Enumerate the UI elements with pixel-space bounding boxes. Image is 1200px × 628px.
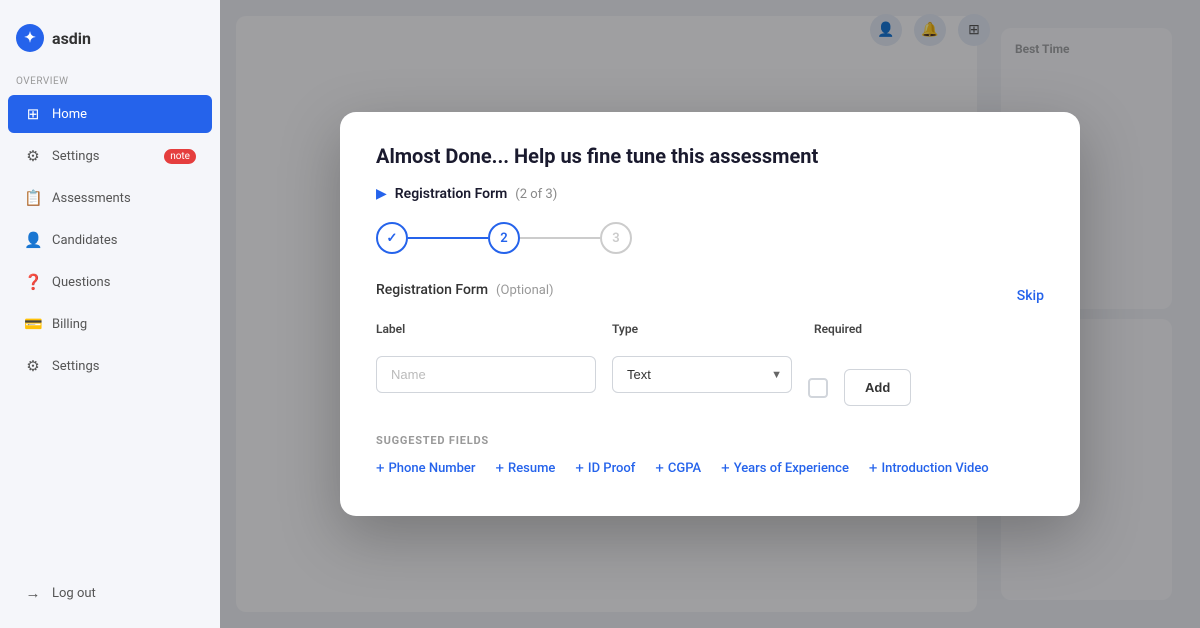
sidebar-item-label: Candidates xyxy=(52,233,117,248)
suggested-resume-label: Resume xyxy=(508,461,555,476)
label-col-header: Label xyxy=(376,318,596,337)
modal-dialog: Almost Done... Help us fine tune this as… xyxy=(340,112,1080,516)
sidebar-item-label: Home xyxy=(52,107,87,122)
sidebar-badge: note xyxy=(164,149,196,164)
plus-icon: + xyxy=(496,461,505,476)
sidebar-item-questions[interactable]: ❓ Questions xyxy=(8,263,212,301)
sidebar-item-label: Settings xyxy=(52,359,99,374)
step-2: 2 xyxy=(488,222,520,254)
type-select[interactable]: Text Number Date File Dropdown xyxy=(612,356,792,393)
sidebar: ✦ asdin OVERVIEW ⊞ Home ⚙ Settings note … xyxy=(0,0,220,628)
app-name: asdin xyxy=(52,29,91,48)
registration-form-label-row: Registration Form (Optional) xyxy=(376,282,554,298)
step-line-2-3 xyxy=(520,237,600,239)
settings2-icon: ⚙ xyxy=(24,147,42,165)
plus-icon: + xyxy=(575,461,584,476)
form-row-header: Registration Form (Optional) Skip xyxy=(376,282,1044,310)
step-line-1-2 xyxy=(408,237,488,239)
section-header-title: Registration Form xyxy=(395,186,508,202)
type-col-header: Type xyxy=(612,318,792,337)
suggested-id-proof-label: ID Proof xyxy=(588,461,635,476)
add-button[interactable]: Add xyxy=(844,369,911,406)
required-col-header: Required xyxy=(808,318,868,337)
suggested-experience[interactable]: + Years of Experience xyxy=(721,461,849,476)
step-3-label: 3 xyxy=(612,231,619,246)
suggested-fields: + Phone Number + Resume + ID Proof + CGP… xyxy=(376,461,1044,476)
step-1-label: ✓ xyxy=(387,231,398,246)
suggested-id-proof[interactable]: + ID Proof xyxy=(575,461,635,476)
section-header-count: (2 of 3) xyxy=(515,187,557,202)
sidebar-item-billing[interactable]: 💳 Billing xyxy=(8,305,212,343)
required-checkbox[interactable] xyxy=(808,378,828,398)
suggested-phone-label: Phone Number xyxy=(389,461,476,476)
section-header: ▶ Registration Form (2 of 3) xyxy=(376,186,1044,202)
sidebar-item-assessments[interactable]: 📋 Assessments xyxy=(8,179,212,217)
step-1: ✓ xyxy=(376,222,408,254)
sidebar-item-label: Assessments xyxy=(52,191,131,206)
plus-icon: + xyxy=(376,461,385,476)
suggested-cgpa-label: CGPA xyxy=(668,461,701,476)
suggested-phone[interactable]: + Phone Number xyxy=(376,461,476,476)
suggested-intro-video[interactable]: + Introduction Video xyxy=(869,461,989,476)
billing-icon: 💳 xyxy=(24,315,42,333)
questions-icon: ❓ xyxy=(24,273,42,291)
sidebar-item-label: Questions xyxy=(52,275,110,290)
step-2-label: 2 xyxy=(500,231,507,246)
sidebar-item-settings2[interactable]: ⚙ Settings note xyxy=(8,137,212,175)
section-arrow-icon: ▶ xyxy=(376,186,387,202)
main-area: Best Time Quick Links 👤 🔔 ⊞ Almost Done.… xyxy=(220,0,1200,628)
logout-icon: → xyxy=(24,584,42,602)
modal-title: Almost Done... Help us fine tune this as… xyxy=(376,144,1044,168)
suggested-section-label: SUGGESTED FIELDS xyxy=(376,434,1044,447)
name-input[interactable] xyxy=(376,356,596,393)
settings-icon: ⚙ xyxy=(24,357,42,375)
candidates-icon: 👤 xyxy=(24,231,42,249)
step-3: 3 xyxy=(600,222,632,254)
sidebar-item-label: Billing xyxy=(52,317,87,332)
optional-text: (Optional) xyxy=(496,283,553,298)
stepper: ✓ 2 3 xyxy=(376,222,1044,254)
registration-form-label-text: Registration Form xyxy=(376,282,488,298)
sidebar-item-label: Settings xyxy=(52,149,99,164)
sidebar-logo: ✦ asdin xyxy=(0,16,220,68)
type-select-wrapper: Text Number Date File Dropdown ▼ xyxy=(612,356,792,393)
plus-icon: + xyxy=(655,461,664,476)
sidebar-item-settings[interactable]: ⚙ Settings xyxy=(8,347,212,385)
modal-backdrop: Almost Done... Help us fine tune this as… xyxy=(220,0,1200,628)
plus-icon: + xyxy=(869,461,878,476)
assessments-icon: 📋 xyxy=(24,189,42,207)
suggested-intro-video-label: Introduction Video xyxy=(881,461,988,476)
sidebar-item-label: Log out xyxy=(52,586,96,601)
form-fields-row: Text Number Date File Dropdown ▼ Add xyxy=(376,343,1044,406)
suggested-experience-label: Years of Experience xyxy=(734,461,849,476)
app-logo-icon: ✦ xyxy=(16,24,44,52)
sidebar-item-candidates[interactable]: 👤 Candidates xyxy=(8,221,212,259)
plus-icon: + xyxy=(721,461,730,476)
home-icon: ⊞ xyxy=(24,105,42,123)
suggested-cgpa[interactable]: + CGPA xyxy=(655,461,701,476)
sidebar-item-home[interactable]: ⊞ Home xyxy=(8,95,212,133)
skip-link[interactable]: Skip xyxy=(1017,288,1044,304)
sidebar-item-logout[interactable]: → Log out xyxy=(8,574,212,612)
sidebar-section-label: OVERVIEW xyxy=(0,72,220,91)
suggested-resume[interactable]: + Resume xyxy=(496,461,556,476)
